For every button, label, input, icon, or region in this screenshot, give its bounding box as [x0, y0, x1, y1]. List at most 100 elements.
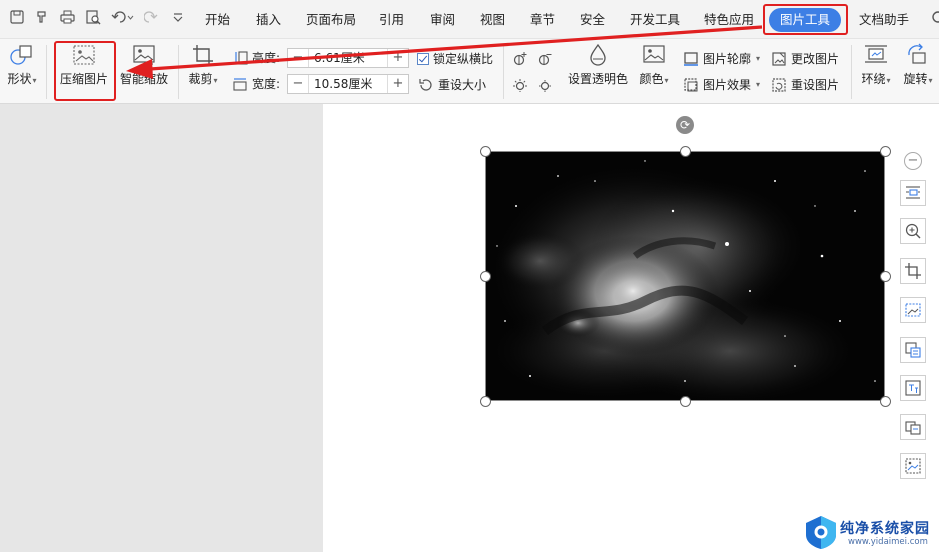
crop-button[interactable]: 裁剪▾ — [186, 43, 220, 88]
search-icon[interactable] — [931, 10, 939, 26]
change-picture-label: 更改图片 — [791, 52, 840, 66]
layout-options-button[interactable] — [900, 180, 926, 206]
picture-split-button[interactable] — [900, 414, 926, 440]
rotate-label: 旋转 — [903, 72, 928, 86]
shape-button[interactable]: 形状▾ — [4, 43, 40, 88]
set-transparent-label: 设置透明色 — [567, 72, 628, 86]
picture-edit-icon — [905, 458, 921, 474]
side-crop-button[interactable] — [900, 258, 926, 284]
height-label-group: 高度: — [232, 49, 280, 67]
tab-developer[interactable]: 开发工具 — [630, 10, 680, 30]
picture-tools-highlight — [763, 4, 848, 35]
lock-ratio-label: 锁定纵横比 — [433, 52, 494, 66]
collapse-toolbar-button[interactable]: − — [904, 152, 922, 170]
tab-doc-assistant[interactable]: 文档助手 — [859, 10, 909, 30]
watermark: 纯净系统家园 www.yidaimei.com — [802, 514, 939, 552]
resize-handle-top[interactable] — [680, 146, 691, 157]
picture-outline-label: 图片轮廓 — [703, 52, 752, 66]
height-value[interactable]: 6.61厘米 — [308, 49, 388, 67]
selected-picture[interactable] — [485, 151, 885, 401]
wrap-label: 环绕 — [861, 72, 886, 86]
tab-home[interactable]: 开始 — [205, 10, 230, 30]
split-icon — [905, 421, 921, 435]
contrast-up-icon — [513, 79, 527, 92]
print-icon[interactable] — [58, 10, 76, 28]
undo-icon[interactable] — [110, 10, 136, 28]
nebula-image — [485, 151, 885, 401]
rotate-handle-icon[interactable]: ⟳ — [676, 116, 694, 134]
width-icon — [233, 78, 247, 91]
brightness-up-button[interactable] — [512, 50, 528, 68]
rotate-icon — [908, 43, 926, 64]
change-picture-icon — [772, 52, 786, 66]
resize-handle-right[interactable] — [880, 271, 891, 282]
resize-handle-top-right[interactable] — [880, 146, 891, 157]
reset-size-button[interactable]: 重设大小 — [418, 76, 486, 94]
change-picture-button[interactable]: 更改图片 — [771, 50, 839, 68]
separator — [851, 45, 852, 99]
separator — [178, 45, 179, 99]
smart-zoom-button[interactable]: 智能缩放 — [118, 43, 170, 86]
set-transparent-button[interactable]: 设置透明色 — [566, 43, 630, 86]
picture-to-text-button[interactable] — [900, 337, 926, 363]
resize-handle-bottom[interactable] — [680, 396, 691, 407]
picture-effect-button[interactable]: 图片效果 ▾ — [683, 76, 760, 94]
resize-handle-bottom-left[interactable] — [480, 396, 491, 407]
height-stepper[interactable]: − 6.61厘米 + — [287, 48, 409, 68]
picture-edit-button[interactable] — [900, 453, 926, 479]
width-value[interactable]: 10.58厘米 — [308, 75, 388, 93]
color-button[interactable]: 颜色▾ — [636, 43, 672, 88]
compress-highlight — [54, 41, 116, 101]
picture-outline-icon — [684, 52, 698, 66]
customize-icon[interactable] — [169, 10, 187, 28]
height-minus-button[interactable]: − — [288, 49, 308, 67]
side-compress-button[interactable] — [900, 297, 926, 323]
watermark-title: 纯净系统家园 — [840, 521, 930, 537]
picture-effect-label: 图片效果 — [703, 78, 752, 92]
width-stepper[interactable]: − 10.58厘米 + — [287, 74, 409, 94]
tab-security[interactable]: 安全 — [580, 10, 605, 30]
wrap-button[interactable]: 环绕▾ — [858, 43, 894, 88]
tab-page-layout[interactable]: 页面布局 — [306, 10, 356, 30]
tab-section[interactable]: 章节 — [530, 10, 555, 30]
picture-outline-button[interactable]: 图片轮廓 ▾ — [683, 50, 760, 68]
tab-special[interactable]: 特色应用 — [704, 10, 754, 30]
translate-icon — [905, 380, 921, 396]
wrap-icon — [865, 45, 887, 63]
print-preview-icon[interactable] — [84, 10, 102, 28]
picture-translate-button[interactable] — [900, 375, 926, 401]
smart-zoom-icon — [133, 45, 155, 65]
save-icon[interactable] — [8, 10, 26, 28]
color-label: 颜色 — [639, 72, 664, 86]
brightness-down-button[interactable] — [537, 50, 553, 68]
width-minus-button[interactable]: − — [288, 75, 308, 93]
height-plus-button[interactable]: + — [388, 49, 408, 67]
rotate-button[interactable]: 旋转▾ — [900, 43, 936, 88]
resize-handle-bottom-right[interactable] — [880, 396, 891, 407]
watermark-url: www.yidaimei.com — [848, 537, 928, 547]
width-plus-button[interactable]: + — [388, 75, 408, 93]
tab-review[interactable]: 审阅 — [430, 10, 455, 30]
resize-handle-top-left[interactable] — [480, 146, 491, 157]
ribbon-toolbar: 形状▾ 压缩图片 智能缩放 裁剪▾ 高度: − 6.61厘米 + 宽度: − 1… — [0, 38, 939, 104]
tab-insert[interactable]: 插入 — [256, 10, 281, 30]
reset-picture-button[interactable]: 重设图片 — [771, 76, 839, 94]
zoom-picture-button[interactable] — [900, 218, 926, 244]
crop-label: 裁剪 — [188, 72, 213, 86]
format-painter-icon[interactable] — [33, 10, 51, 28]
shape-icon — [10, 45, 32, 65]
crop-icon — [905, 263, 921, 279]
tab-view[interactable]: 视图 — [480, 10, 505, 30]
layout-options-icon — [906, 186, 920, 199]
contrast-down-button[interactable] — [537, 76, 553, 94]
redo-icon[interactable] — [142, 10, 160, 28]
contrast-up-button[interactable] — [512, 76, 528, 94]
drop-icon — [590, 43, 606, 66]
width-label-group: 宽度: — [232, 75, 280, 93]
resize-handle-left[interactable] — [480, 271, 491, 282]
brightness-down-icon — [538, 54, 552, 66]
color-picture-icon — [643, 45, 665, 63]
compress-picture-icon — [905, 303, 921, 317]
lock-ratio-checkbox[interactable]: 锁定纵横比 — [417, 50, 493, 68]
tab-references[interactable]: 引用 — [379, 10, 404, 30]
